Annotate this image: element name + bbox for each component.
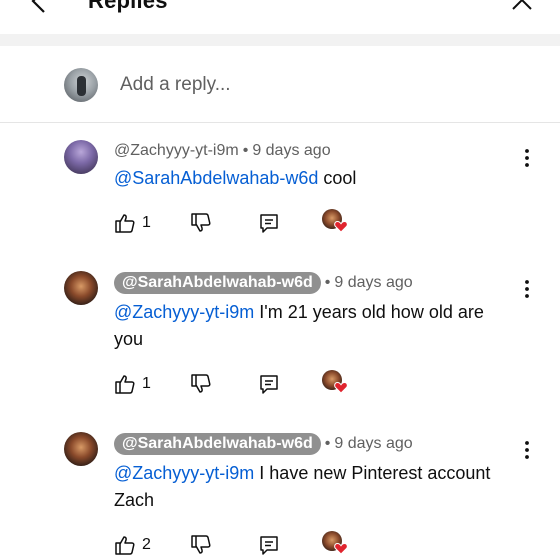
- reply-comment-icon: [260, 375, 278, 394]
- close-icon[interactable]: [510, 0, 534, 12]
- thumbs-down-icon: [191, 535, 211, 554]
- reply-button[interactable]: [258, 210, 280, 236]
- add-reply-input[interactable]: Add a reply...: [120, 74, 231, 96]
- like-count: 1: [142, 375, 151, 392]
- composer-divider: [0, 122, 560, 123]
- reply-comment-icon: [260, 536, 278, 555]
- mention-link[interactable]: @SarahAbdelwahab-w6d: [114, 168, 318, 188]
- mention-link[interactable]: @Zachyyy-yt-i9m: [114, 302, 254, 322]
- reply-composer[interactable]: Add a reply...: [0, 46, 560, 122]
- reply-comment-icon: [260, 214, 278, 233]
- like-button[interactable]: 2: [114, 532, 151, 558]
- like-button[interactable]: 1: [114, 210, 151, 236]
- heart-icon: [334, 220, 348, 233]
- creator-heart-badge: [322, 370, 348, 396]
- reply-button[interactable]: [258, 532, 280, 558]
- like-count: 2: [142, 536, 151, 553]
- heart-icon: [334, 381, 348, 394]
- thumbs-up-icon: [115, 375, 135, 394]
- header-divider-band: [0, 34, 560, 46]
- heart-icon: [334, 542, 348, 555]
- more-options-icon[interactable]: [517, 146, 537, 170]
- dislike-button[interactable]: [190, 210, 212, 236]
- like-count: 1: [142, 214, 151, 231]
- author-handle-chip[interactable]: @SarahAbdelwahab-w6d: [114, 272, 321, 294]
- reply-meta: @Zachyyy-yt-i9m • 9 days ago: [114, 142, 331, 159]
- reply-actions: 1: [114, 370, 374, 397]
- reply-time: 9 days ago: [252, 142, 331, 159]
- reply-button[interactable]: [258, 371, 280, 397]
- reply-actions: 1: [114, 209, 374, 236]
- thumbs-up-icon: [115, 214, 135, 233]
- more-options-icon[interactable]: [517, 438, 537, 462]
- reply-actions: 2: [114, 531, 374, 558]
- header-bar: Replies: [0, 0, 560, 34]
- reply-meta: @SarahAbdelwahab-w6d • 9 days ago: [114, 433, 413, 455]
- author-avatar[interactable]: [64, 432, 98, 466]
- user-avatar: [64, 68, 98, 102]
- dislike-button[interactable]: [190, 532, 212, 558]
- creator-heart-badge: [322, 531, 348, 557]
- reply-meta: @SarahAbdelwahab-w6d • 9 days ago: [114, 272, 413, 294]
- author-handle[interactable]: @Zachyyy-yt-i9m: [114, 142, 239, 159]
- creator-heart-badge: [322, 209, 348, 235]
- page-title: Replies: [88, 0, 168, 13]
- reply-time: 9 days ago: [334, 435, 413, 452]
- reply-body: cool: [318, 168, 357, 188]
- thumbs-down-icon: [191, 374, 211, 393]
- back-arrow-icon[interactable]: [26, 0, 52, 14]
- reply-text: @Zachyyy-yt-i9m I have new Pinterest acc…: [114, 460, 514, 514]
- mention-link[interactable]: @Zachyyy-yt-i9m: [114, 463, 254, 483]
- thumbs-up-icon: [115, 536, 135, 555]
- author-handle-chip[interactable]: @SarahAbdelwahab-w6d: [114, 433, 321, 455]
- reply-time: 9 days ago: [334, 274, 413, 291]
- dislike-button[interactable]: [190, 371, 212, 397]
- reply-text: @Zachyyy-yt-i9m I'm 21 years old how old…: [114, 299, 514, 353]
- like-button[interactable]: 1: [114, 371, 151, 397]
- reply-text: @SarahAbdelwahab-w6d cool: [114, 165, 514, 192]
- author-avatar[interactable]: [64, 140, 98, 174]
- thumbs-down-icon: [191, 213, 211, 232]
- author-avatar[interactable]: [64, 271, 98, 305]
- more-options-icon[interactable]: [517, 277, 537, 301]
